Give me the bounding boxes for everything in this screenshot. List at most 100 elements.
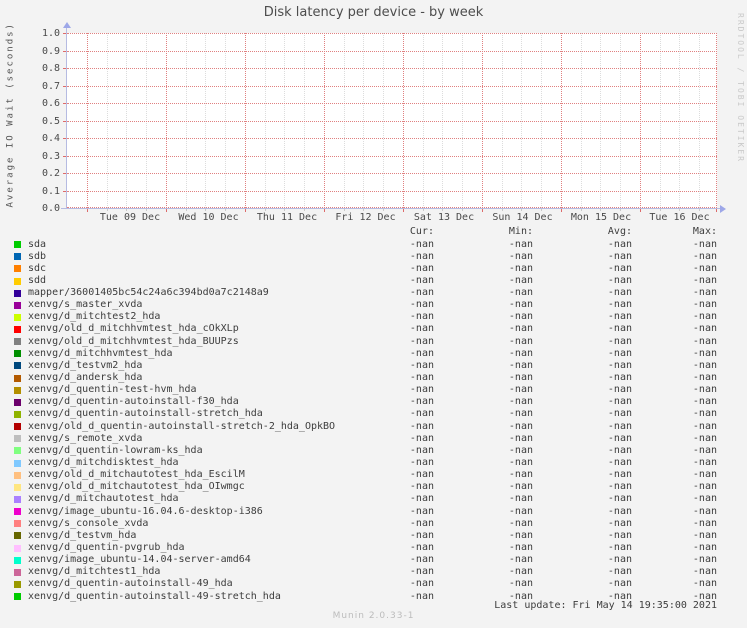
series-avg-value: -nan bbox=[607, 420, 632, 432]
series-avg-value: -nan bbox=[607, 493, 632, 505]
series-cur-value: -nan bbox=[409, 529, 434, 541]
series-cur-value: -nan bbox=[409, 287, 434, 299]
series-min-value: -nan bbox=[508, 347, 533, 359]
series-max-value: -nan bbox=[692, 262, 717, 274]
legend-row: sdd -nan -nan -nan -nan bbox=[14, 275, 717, 287]
grid-major-hline bbox=[67, 33, 717, 34]
x-axis-minor-tick bbox=[600, 209, 602, 211]
legend-label: xenvg/d_mitchtest2_hda bbox=[14, 311, 335, 323]
series-color-swatch bbox=[14, 301, 21, 309]
y-axis-tick-label: 0.4 bbox=[41, 133, 60, 144]
series-color-swatch bbox=[14, 423, 21, 431]
series-avg-value: -nan bbox=[607, 469, 632, 481]
series-name: xenvg/d_quentin-pvgrub_hda bbox=[28, 542, 185, 554]
series-name: xenvg/d_mitchtest2_hda bbox=[28, 311, 161, 323]
series-name: xenvg/d_mitchdisktest_hda bbox=[28, 457, 179, 469]
series-color-swatch bbox=[14, 483, 21, 491]
series-avg-value: -nan bbox=[607, 359, 632, 371]
x-axis-minor-tick bbox=[146, 209, 147, 211]
x-axis-tick-label: Tue 16 Dec bbox=[649, 212, 710, 223]
series-min-value: -nan bbox=[508, 408, 533, 420]
series-max-value: -nan bbox=[692, 505, 717, 517]
x-axis-major-tick bbox=[165, 209, 167, 212]
x-axis-major-tick bbox=[402, 209, 404, 212]
legend-row: xenvg/d_mitchtest2_hda -nan -nan -nan -nan bbox=[14, 311, 717, 323]
munin-graph-page: Disk latency per device - by week RRDTOO… bbox=[0, 0, 747, 628]
series-min-value: -nan bbox=[508, 372, 533, 384]
x-axis-minor-tick bbox=[699, 209, 700, 211]
legend-row: xenvg/s_remote_xvda -nan -nan -nan -nan bbox=[14, 433, 717, 445]
series-name: sdb bbox=[28, 250, 47, 262]
grid-major-hline bbox=[67, 173, 717, 174]
legend-row: xenvg/s_master_xvda -nan -nan -nan -nan bbox=[14, 299, 717, 311]
series-avg-value: -nan bbox=[607, 505, 632, 517]
x-axis-tick-label: Thu 11 Dec bbox=[256, 212, 318, 223]
series-color-swatch bbox=[14, 435, 21, 443]
series-avg-value: -nan bbox=[607, 444, 632, 456]
series-avg-value: -nan bbox=[607, 554, 632, 566]
x-axis-tick-label: Sun 14 Dec bbox=[492, 212, 553, 223]
x-axis-minor-tick bbox=[383, 209, 384, 211]
series-cur-value: -nan bbox=[409, 505, 434, 517]
series-name: sdd bbox=[28, 274, 47, 286]
series-max-value: -nan bbox=[692, 420, 717, 432]
series-max-value: -nan bbox=[692, 432, 717, 444]
series-name: xenvg/old_d_mitchautotest_hda_EscilM bbox=[28, 469, 245, 481]
series-min-value: -nan bbox=[508, 359, 533, 371]
series-max-value: -nan bbox=[692, 529, 717, 541]
series-name: xenvg/d_mitchautotest_hda bbox=[28, 493, 179, 505]
series-avg-value: -nan bbox=[607, 299, 632, 311]
series-max-value: -nan bbox=[692, 335, 717, 347]
series-max-value: -nan bbox=[692, 469, 717, 481]
series-avg-value: -nan bbox=[607, 432, 632, 444]
legend-label: xenvg/d_quentin-autoinstall-49_hda bbox=[14, 578, 335, 590]
series-max-value: -nan bbox=[692, 287, 717, 299]
series-avg-value: -nan bbox=[607, 238, 632, 250]
legend-row: xenvg/d_andersk_hda -nan -nan -nan -nan bbox=[14, 372, 717, 384]
legend-label: xenvg/image_ubuntu-14.04-server-amd64 bbox=[14, 554, 335, 566]
series-max-value: -nan bbox=[692, 444, 717, 456]
series-avg-value: -nan bbox=[607, 457, 632, 469]
legend-label: xenvg/old_d_quentin-autoinstall-stretch-… bbox=[14, 421, 335, 433]
series-color-swatch bbox=[14, 532, 21, 540]
series-avg-value: -nan bbox=[607, 274, 632, 286]
series-color-swatch bbox=[14, 338, 21, 346]
series-name: xenvg/d_testvm2_hda bbox=[28, 359, 143, 371]
legend-label: sdd bbox=[14, 275, 335, 287]
series-avg-value: -nan bbox=[607, 347, 632, 359]
series-cur-value: -nan bbox=[409, 384, 434, 396]
legend-label: xenvg/d_quentin-autoinstall-f30_hda bbox=[14, 396, 335, 408]
series-name: xenvg/d_quentin-autoinstall-stretch_hda bbox=[28, 408, 263, 420]
series-cur-value: -nan bbox=[409, 554, 434, 566]
legend-header-min: Min: bbox=[508, 226, 533, 237]
series-color-swatch bbox=[14, 520, 21, 528]
legend-label: xenvg/s_remote_xvda bbox=[14, 433, 335, 445]
series-avg-value: -nan bbox=[607, 250, 632, 262]
legend-row: xenvg/d_mitchdisktest_hda -nan -nan -nan -na… bbox=[14, 457, 717, 469]
series-min-value: -nan bbox=[508, 481, 533, 493]
legend-row: xenvg/d_quentin-autoinstall-49_hda -nan -n… bbox=[14, 578, 717, 590]
series-max-value: -nan bbox=[692, 274, 717, 286]
series-max-value: -nan bbox=[692, 384, 717, 396]
series-color-swatch bbox=[14, 350, 21, 358]
series-min-value: -nan bbox=[508, 432, 533, 444]
x-axis-line bbox=[61, 208, 721, 209]
series-name: xenvg/d_andersk_hda bbox=[28, 372, 143, 384]
x-axis-minor-tick bbox=[284, 209, 286, 211]
series-name: xenvg/old_d_mitchhvmtest_hda_cOkXLp bbox=[28, 323, 239, 335]
series-name: xenvg/d_mitchhvmtest_hda bbox=[28, 347, 173, 359]
legend-label: xenvg/d_mitchdisktest_hda bbox=[14, 457, 335, 469]
x-axis-major-tick bbox=[716, 209, 717, 212]
series-color-swatch bbox=[14, 313, 21, 321]
y-axis-tick-label: 0.8 bbox=[41, 63, 60, 74]
series-avg-value: -nan bbox=[607, 262, 632, 274]
series-name: sdc bbox=[28, 262, 47, 274]
x-axis-minor-tick bbox=[343, 209, 345, 211]
series-color-swatch bbox=[14, 362, 21, 370]
series-color-swatch bbox=[14, 411, 21, 419]
series-cur-value: -nan bbox=[409, 262, 434, 274]
legend-row: xenvg/old_d_mitchautotest_hda_EscilM -nan… bbox=[14, 469, 717, 481]
series-max-value: -nan bbox=[692, 457, 717, 469]
legend-rows: sda -nan -nan -nan -nan sdb -nan -nan -nan -nan sd… bbox=[14, 239, 717, 603]
series-avg-value: -nan bbox=[607, 408, 632, 420]
